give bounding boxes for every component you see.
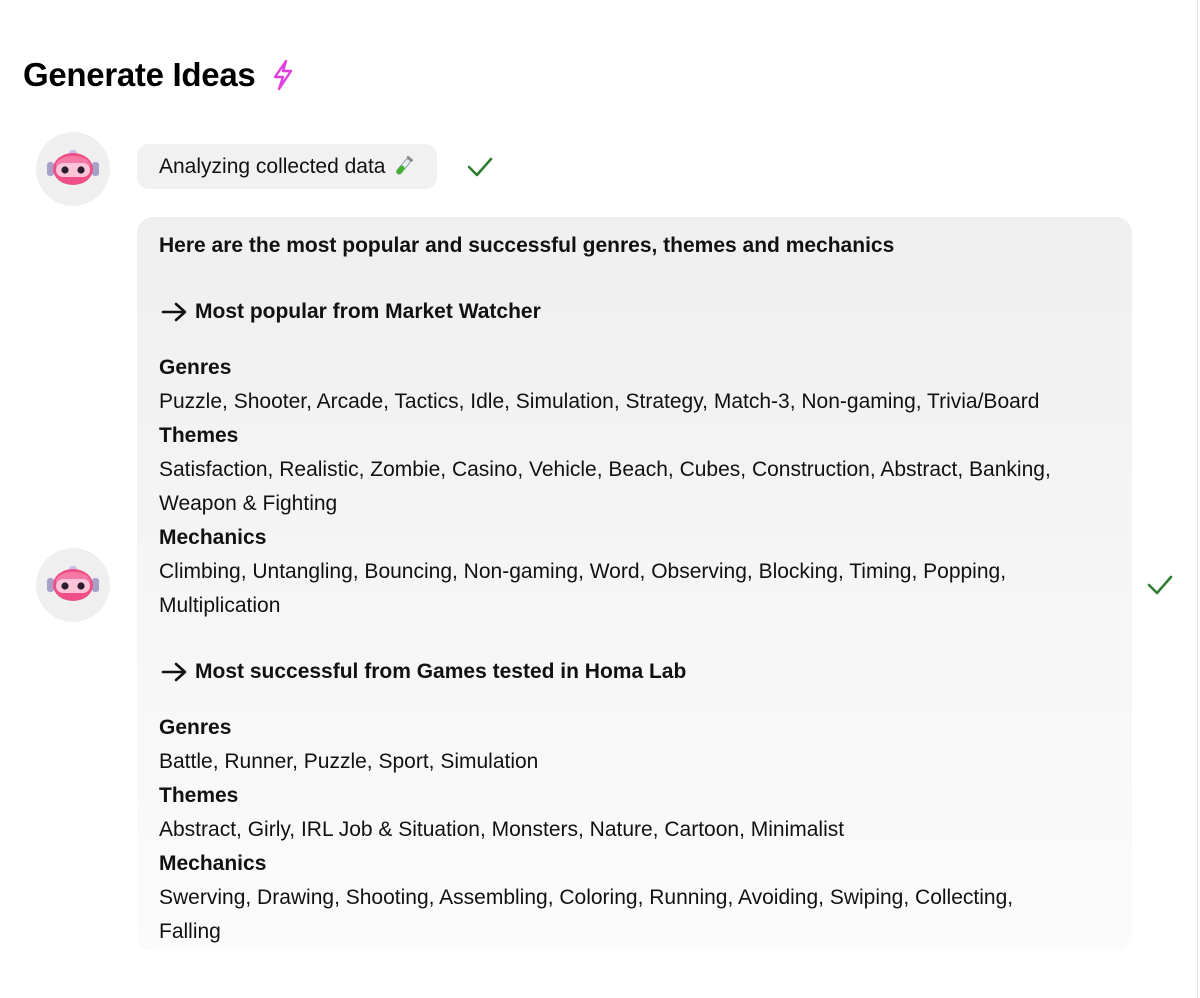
checkmark-icon: [467, 157, 493, 177]
robot-avatar: [36, 132, 110, 206]
themes-list: Abstract, Girly, IRL Job & Situation, Mo…: [159, 818, 845, 841]
robot-avatar-icon: [47, 150, 99, 185]
themes-list: Satisfaction, Realistic, Zombie, Casino,…: [159, 458, 1051, 481]
mechanics-list: Climbing, Untangling, Bouncing, Non-gami…: [159, 560, 1007, 583]
arrow-right-icon: [161, 662, 187, 682]
arrow-right-icon: [161, 302, 187, 322]
mechanics-list-continued: Multiplication: [159, 594, 281, 617]
themes-label: Themes: [159, 784, 239, 807]
section-heading-label: Most popular from Market Watcher: [195, 300, 541, 323]
test-tube-icon: [396, 155, 414, 175]
result-card: Here are the most popular and successful…: [137, 217, 1132, 951]
themes-label: Themes: [159, 424, 239, 447]
scroll-edge: [1197, 0, 1198, 998]
mechanics-label: Mechanics: [159, 526, 267, 549]
result-intro: Here are the most popular and successful…: [159, 234, 895, 257]
section-heading: Most successful from Games tested in Hom…: [159, 655, 1110, 689]
genres-list: Puzzle, Shooter, Arcade, Tactics, Idle, …: [159, 390, 1040, 413]
lightning-bolt-icon: [274, 59, 293, 91]
status-label: Analyzing collected data: [159, 154, 386, 178]
page-title: Generate Ideas: [23, 56, 256, 93]
header: Generate Ideas: [23, 50, 297, 100]
mechanics-list: Swerving, Drawing, Shooting, Assembling,…: [159, 886, 1014, 909]
status-pill: Analyzing collected data: [137, 144, 438, 189]
section-heading: Most popular from Market Watcher: [159, 295, 1110, 329]
checkmark-icon: [1147, 575, 1173, 595]
robot-avatar: [36, 548, 110, 622]
section-heading-label: Most successful from Games tested in Hom…: [195, 660, 687, 683]
genres-label: Genres: [159, 716, 232, 739]
mechanics-label: Mechanics: [159, 852, 267, 875]
mechanics-list-continued: Falling: [159, 920, 221, 943]
page: Generate Ideas Analyzing collected data: [0, 0, 1200, 998]
genres-list: Battle, Runner, Puzzle, Sport, Simulatio…: [159, 750, 539, 773]
genres-label: Genres: [159, 356, 232, 379]
themes-list-continued: Weapon & Fighting: [159, 492, 338, 515]
robot-avatar-icon: [47, 566, 99, 601]
